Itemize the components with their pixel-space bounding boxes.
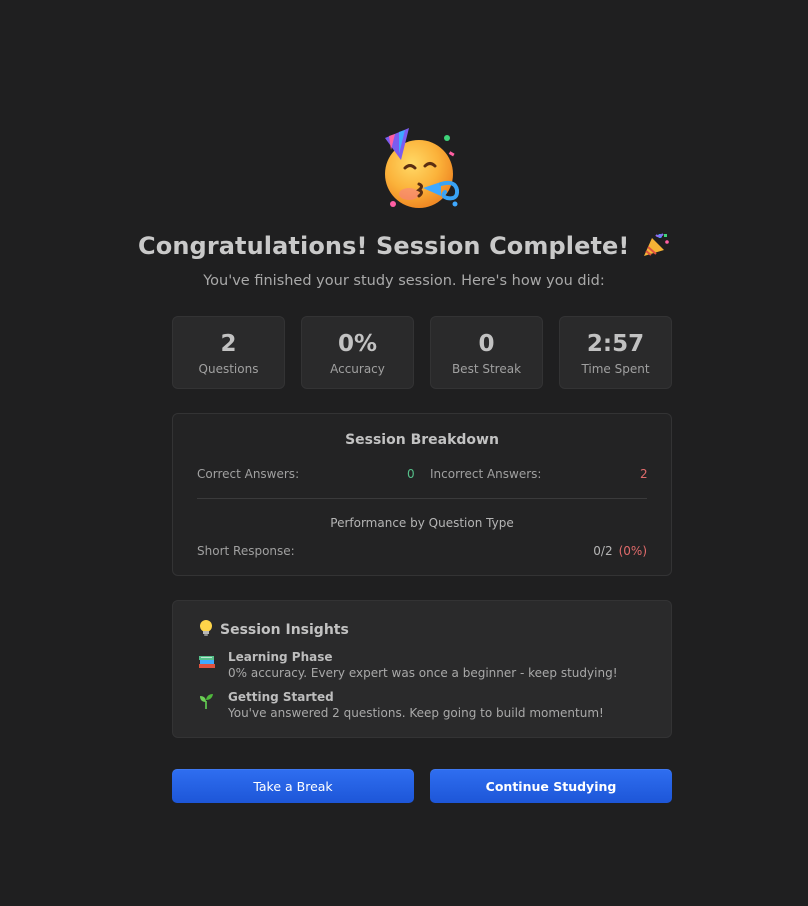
stat-card-accuracy: 0% Accuracy bbox=[301, 316, 414, 389]
correct-answers-value: 0 bbox=[407, 467, 415, 481]
stat-label: Questions bbox=[198, 362, 259, 376]
stat-label: Accuracy bbox=[330, 362, 385, 376]
partying-face-icon bbox=[385, 128, 460, 208]
seedling-icon bbox=[200, 694, 213, 709]
stat-label: Best Streak bbox=[451, 362, 522, 376]
breakdown-title: Session Breakdown bbox=[345, 432, 499, 448]
stat-value: 0 bbox=[478, 331, 495, 357]
continue-studying-button[interactable]: Continue Studying bbox=[430, 769, 672, 803]
performance-title: Performance by Question Type bbox=[330, 516, 514, 530]
books-icon bbox=[199, 656, 215, 668]
incorrect-answers-value: 2 bbox=[640, 467, 648, 481]
take-a-break-button[interactable]: Take a Break bbox=[172, 769, 414, 803]
stat-value: 2 bbox=[220, 331, 237, 357]
stat-label: Time Spent bbox=[581, 362, 650, 376]
lightbulb-icon bbox=[200, 620, 212, 636]
stat-card-time-spent: 2:57 Time Spent bbox=[559, 316, 672, 389]
insight-text: 0% accuracy. Every expert was once a beg… bbox=[228, 666, 618, 680]
stat-card-questions: 2 Questions bbox=[172, 316, 285, 389]
party-popper-icon bbox=[643, 233, 669, 256]
session-insights-card: Session Insights Learning Phase 0% accur… bbox=[172, 600, 672, 738]
divider bbox=[197, 498, 647, 499]
question-type-label: Short Response: bbox=[197, 544, 295, 558]
insight-text: You've answered 2 questions. Keep going … bbox=[228, 706, 604, 720]
question-type-percent: (0%) bbox=[618, 544, 647, 558]
session-complete-screen: Congratulations! Session Complete! You'v… bbox=[0, 0, 808, 906]
insight-heading: Getting Started bbox=[228, 690, 334, 704]
insight-item: Getting Started You've answered 2 questi… bbox=[198, 690, 658, 724]
stat-value: 2:57 bbox=[586, 331, 645, 357]
stats-row: 2 Questions 0% Accuracy 0 Best Streak 2:… bbox=[172, 316, 672, 389]
incorrect-answers-label: Incorrect Answers: bbox=[430, 467, 542, 481]
title-text: Congratulations! Session Complete! bbox=[138, 232, 630, 260]
stat-card-best-streak: 0 Best Streak bbox=[430, 316, 543, 389]
session-breakdown-card: Session Breakdown Correct Answers: 0 Inc… bbox=[172, 413, 672, 576]
insights-title: Session Insights bbox=[198, 619, 349, 638]
correct-answers-label: Correct Answers: bbox=[197, 467, 300, 481]
question-type-fraction: 0/2 bbox=[593, 544, 613, 558]
stat-value: 0% bbox=[337, 331, 378, 357]
question-type-score: 0/2 (0%) bbox=[593, 544, 647, 558]
page-title: Congratulations! Session Complete! bbox=[0, 232, 808, 260]
insight-item: Learning Phase 0% accuracy. Every expert… bbox=[198, 650, 658, 684]
insight-heading: Learning Phase bbox=[228, 650, 333, 664]
page-subtitle: You've finished your study session. Here… bbox=[203, 273, 605, 289]
insights-title-text: Session Insights bbox=[220, 622, 349, 638]
